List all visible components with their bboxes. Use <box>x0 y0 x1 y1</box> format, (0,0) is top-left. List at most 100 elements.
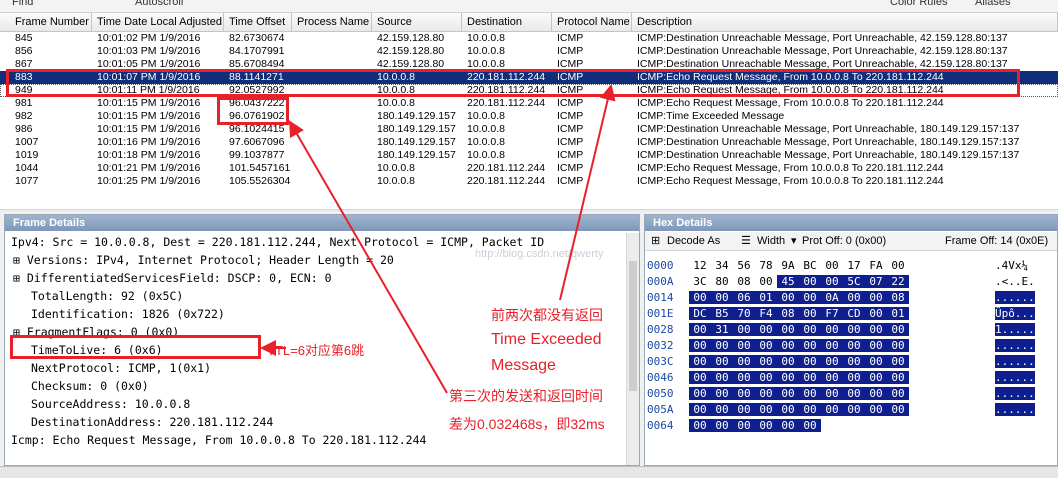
hex-byte[interactable]: 00 <box>711 355 733 368</box>
hex-byte[interactable]: 00 <box>821 339 843 352</box>
tree-node[interactable]: ⊞ DifferentiatedServicesField: DSCP: 0, … <box>13 269 332 287</box>
hex-byte[interactable]: 00 <box>777 355 799 368</box>
hex-byte[interactable]: 00 <box>733 339 755 352</box>
color-rules-button[interactable]: Color Rules <box>890 0 947 8</box>
find-button[interactable]: Find <box>12 0 33 8</box>
horizontal-scrollbar[interactable] <box>0 209 1058 212</box>
col-time-offset[interactable]: Time Offset <box>224 13 292 31</box>
hex-byte[interactable]: 00 <box>843 387 865 400</box>
col-description[interactable]: Description <box>632 13 1058 31</box>
hex-byte[interactable]: 00 <box>755 355 777 368</box>
tree-leaf[interactable]: Checksum: 0 (0x0) <box>31 377 149 395</box>
tree-ipv4-header[interactable]: Ipv4: Src = 10.0.0.8, Dest = 220.181.112… <box>11 233 544 251</box>
hex-byte[interactable]: 00 <box>733 355 755 368</box>
hex-byte[interactable]: 00 <box>777 387 799 400</box>
col-destination[interactable]: Destination <box>462 13 552 31</box>
width-dropdown[interactable]: Width <box>757 232 785 250</box>
table-row[interactable]: 986 10:01:15 PM 1/9/2016 96.1024415 180.149… <box>0 123 1058 136</box>
hex-byte[interactable]: 00 <box>777 291 799 304</box>
hex-byte[interactable]: 00 <box>799 275 821 288</box>
hex-byte[interactable]: 00 <box>711 371 733 384</box>
hex-byte[interactable]: 00 <box>865 291 887 304</box>
tree-node[interactable]: ⊞ Versions: IPv4, Internet Protocol; Hea… <box>13 251 394 269</box>
hex-byte[interactable]: 00 <box>843 371 865 384</box>
vertical-scrollbar[interactable] <box>626 233 639 465</box>
hex-byte[interactable]: 00 <box>777 323 799 336</box>
hex-byte[interactable]: 00 <box>821 403 843 416</box>
hex-byte[interactable]: 00 <box>755 371 777 384</box>
col-protocol-name[interactable]: Protocol Name <box>552 13 632 31</box>
hex-byte[interactable]: 00 <box>843 339 865 352</box>
tree-node[interactable]: ⊞ FragmentFlags: 0 (0x0) <box>13 323 179 341</box>
col-process-name[interactable]: Process Name <box>292 13 372 31</box>
col-time[interactable]: Time Date Local Adjusted <box>92 13 224 31</box>
hex-byte[interactable]: FA <box>865 259 887 272</box>
hex-byte[interactable]: B5 <box>711 307 733 320</box>
table-row[interactable]: 1044 10:01:21 PM 1/9/2016 101.5457161 10.0.… <box>0 162 1058 175</box>
tree-icmp-header[interactable]: Icmp: Echo Request Message, From 10.0.0.… <box>11 431 426 449</box>
hex-byte[interactable]: 00 <box>755 419 777 432</box>
hex-byte[interactable]: 00 <box>865 323 887 336</box>
hex-byte[interactable]: 00 <box>799 307 821 320</box>
table-row[interactable]: 883 10:01:07 PM 1/9/2016 88.1141271 10.0.0.… <box>0 71 1058 84</box>
hex-byte[interactable]: 3C <box>689 275 711 288</box>
hex-byte[interactable]: F4 <box>755 307 777 320</box>
tree-leaf[interactable]: TotalLength: 92 (0x5C) <box>31 287 183 305</box>
hex-byte[interactable]: 70 <box>733 307 755 320</box>
chevron-down-icon[interactable]: ▾ <box>791 232 797 250</box>
table-row[interactable]: 1007 10:01:16 PM 1/9/2016 97.6067096 180.14… <box>0 136 1058 149</box>
hex-byte[interactable]: 00 <box>755 339 777 352</box>
scrollbar-thumb[interactable] <box>629 261 637 391</box>
hex-byte[interactable]: 00 <box>733 323 755 336</box>
hex-byte[interactable]: 00 <box>887 323 909 336</box>
table-row[interactable]: 949 10:01:11 PM 1/9/2016 92.0527992 10.0.0.… <box>0 84 1058 97</box>
hex-byte[interactable]: 31 <box>711 323 733 336</box>
table-row[interactable]: 1019 10:01:18 PM 1/9/2016 99.1037877 180.14… <box>0 149 1058 162</box>
hex-byte[interactable]: 00 <box>755 323 777 336</box>
table-row[interactable]: 867 10:01:05 PM 1/9/2016 85.6708494 42.159.… <box>0 58 1058 71</box>
hex-byte[interactable]: 00 <box>689 419 711 432</box>
hex-byte[interactable]: 00 <box>777 371 799 384</box>
hex-byte[interactable]: 00 <box>689 323 711 336</box>
hex-byte[interactable]: 00 <box>865 371 887 384</box>
tree-leaf[interactable]: SourceAddress: 10.0.0.8 <box>31 395 190 413</box>
hex-byte[interactable]: 00 <box>799 403 821 416</box>
hex-byte[interactable]: DC <box>689 307 711 320</box>
aliases-button[interactable]: Aliases <box>975 0 1010 8</box>
hex-byte[interactable]: 00 <box>799 291 821 304</box>
hex-byte[interactable]: 00 <box>689 403 711 416</box>
hex-byte[interactable]: 00 <box>821 355 843 368</box>
hex-byte[interactable]: 00 <box>711 387 733 400</box>
hex-byte[interactable]: 00 <box>887 387 909 400</box>
table-row[interactable]: 982 10:01:15 PM 1/9/2016 96.0761902 180.149… <box>0 110 1058 123</box>
hex-byte[interactable]: 00 <box>689 355 711 368</box>
hex-byte[interactable]: 00 <box>733 419 755 432</box>
expand-icon[interactable]: ⊞ <box>13 325 27 339</box>
hex-byte[interactable]: 00 <box>865 403 887 416</box>
hex-byte[interactable]: 00 <box>843 355 865 368</box>
hex-byte[interactable]: 00 <box>733 403 755 416</box>
table-row[interactable]: 856 10:01:03 PM 1/9/2016 84.1707991 42.159.… <box>0 45 1058 58</box>
hex-byte[interactable]: 00 <box>821 371 843 384</box>
hex-byte[interactable]: 00 <box>887 355 909 368</box>
hex-byte[interactable]: 00 <box>799 419 821 432</box>
hex-byte[interactable]: 00 <box>689 291 711 304</box>
hex-byte[interactable]: 00 <box>799 323 821 336</box>
hex-byte[interactable]: 00 <box>777 419 799 432</box>
hex-byte[interactable]: 45 <box>777 275 799 288</box>
hex-byte[interactable]: 00 <box>689 387 711 400</box>
hex-byte[interactable]: 01 <box>887 307 909 320</box>
hex-byte[interactable]: 00 <box>821 387 843 400</box>
hex-byte[interactable]: BC <box>799 259 821 272</box>
hex-byte[interactable]: 00 <box>887 339 909 352</box>
autoscroll-button[interactable]: Autoscroll <box>135 0 183 8</box>
col-source[interactable]: Source <box>372 13 462 31</box>
hex-byte[interactable]: 00 <box>711 291 733 304</box>
hex-byte[interactable]: 00 <box>733 387 755 400</box>
hex-byte[interactable]: 00 <box>689 371 711 384</box>
decode-as-button[interactable]: Decode As <box>667 232 720 250</box>
hex-byte[interactable]: 00 <box>865 307 887 320</box>
table-row[interactable]: 1077 10:01:25 PM 1/9/2016 105.5526304 10.0.… <box>0 175 1058 188</box>
hex-byte[interactable]: 00 <box>799 355 821 368</box>
hex-byte[interactable]: 00 <box>821 275 843 288</box>
